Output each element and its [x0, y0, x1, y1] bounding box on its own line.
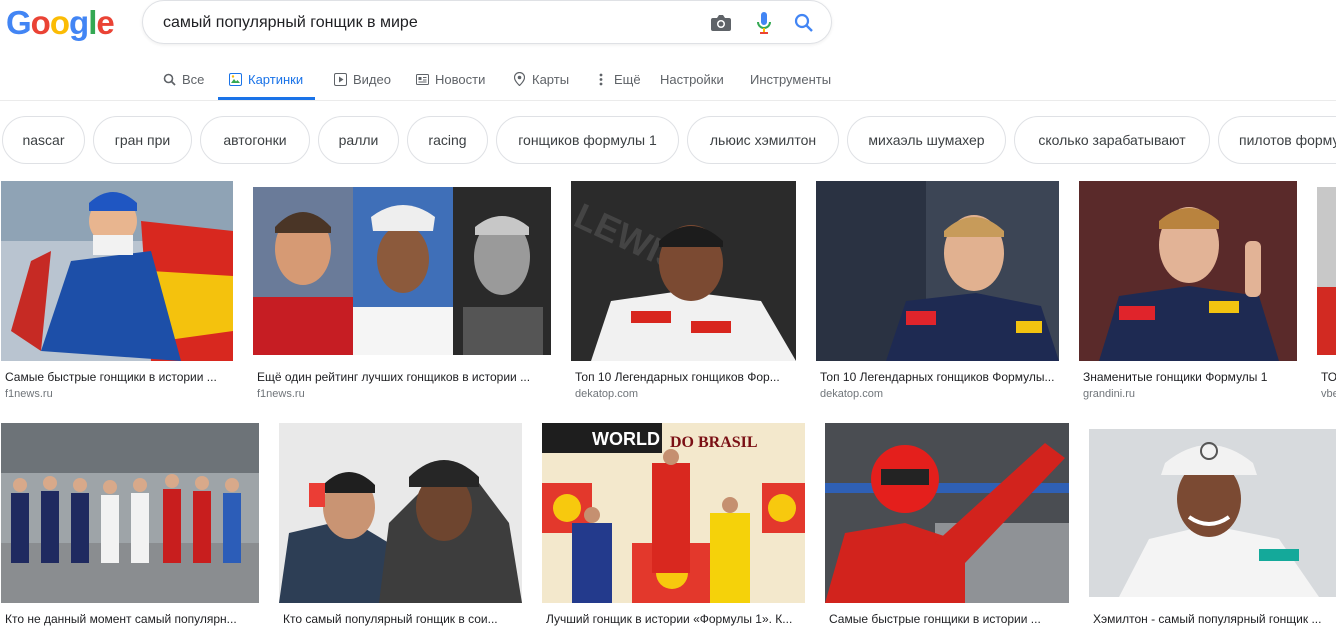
result-caption[interactable]: Лучший гонщик в истории «Формулы 1». К..…	[546, 612, 803, 626]
tab-more[interactable]: Ещё	[594, 58, 641, 100]
chip[interactable]: ралли	[318, 116, 399, 164]
result-caption[interactable]: Ещё один рейтинг лучших гонщиков в истор…	[257, 370, 549, 384]
tab-label: Новости	[435, 71, 486, 87]
tab-settings[interactable]: Настройки	[660, 58, 724, 100]
tab-video[interactable]: Видео	[333, 58, 391, 100]
result-source: dekatop.com	[820, 388, 883, 400]
result-source: grandini.ru	[1083, 388, 1135, 400]
result-thumbnail[interactable]	[1089, 429, 1336, 597]
search-tabs: Все Картинки Видео Новости Карты Ещё Нас…	[0, 58, 1336, 101]
tab-label: Ещё	[614, 71, 641, 87]
tab-maps[interactable]: Карты	[512, 58, 569, 100]
tab-news[interactable]: Новости	[415, 58, 485, 100]
result-thumbnail[interactable]	[279, 423, 522, 603]
microphone-icon[interactable]	[752, 11, 776, 35]
chip[interactable]: пилотов формулы	[1218, 116, 1336, 164]
tab-label: Видео	[353, 71, 391, 87]
image-result[interactable]: Знаменитые гонщики Формулы 1 grandini.ru	[1079, 181, 1297, 403]
map-pin-icon	[512, 72, 526, 86]
chip[interactable]: сколько зарабатывают	[1014, 116, 1210, 164]
result-source: f1news.ru	[5, 388, 53, 400]
result-thumbnail[interactable]: LEWIS	[571, 181, 796, 361]
search-icon[interactable]	[792, 11, 816, 35]
logo-letter: g	[69, 4, 89, 41]
chip[interactable]: льюис хэмилтон	[687, 116, 839, 164]
logo-letter: o	[49, 4, 70, 41]
chip[interactable]: racing	[407, 116, 488, 164]
svg-text:DO BRASIL: DO BRASIL	[670, 434, 758, 451]
tab-all[interactable]: Все	[162, 58, 204, 100]
result-source: vbe	[1321, 388, 1336, 400]
result-source: f1news.ru	[257, 388, 305, 400]
image-result[interactable]: Топ 10 Легендарных гонщиков Формулы... d…	[816, 181, 1059, 403]
image-result[interactable]: Хэмилтон - самый популярный гонщик ...	[1089, 423, 1336, 626]
google-logo[interactable]: Google	[6, 4, 115, 42]
result-caption[interactable]: ТОП	[1321, 370, 1336, 384]
chip[interactable]: гонщиков формулы 1	[496, 116, 679, 164]
result-caption[interactable]: Самые быстрые гонщики в истории ...	[5, 370, 231, 384]
tab-label: Инструменты	[750, 71, 832, 87]
chip[interactable]: гран при	[93, 116, 192, 164]
tab-images[interactable]: Картинки	[218, 58, 316, 100]
camera-icon[interactable]	[709, 11, 733, 35]
search-box	[142, 0, 832, 44]
logo-letter: l	[88, 4, 97, 41]
play-icon	[333, 72, 347, 86]
more-vert-icon	[594, 72, 608, 86]
result-thumbnail[interactable]	[1317, 187, 1336, 355]
result-thumbnail[interactable]	[825, 423, 1069, 603]
tab-label: Карты	[532, 71, 570, 87]
result-thumbnail[interactable]	[253, 187, 551, 355]
chip[interactable]: михаэль шумахер	[847, 116, 1006, 164]
image-result[interactable]: ТОП vbe	[1317, 181, 1336, 403]
chip[interactable]: автогонки	[200, 116, 310, 164]
search-icon	[162, 72, 176, 86]
image-result[interactable]: Самые быстрые гонщики в истории ...	[825, 423, 1069, 626]
news-icon	[415, 72, 429, 86]
chip[interactable]: nascar	[2, 116, 85, 164]
logo-letter: o	[30, 4, 51, 41]
tab-label: Настройки	[660, 71, 724, 87]
logo-letter: G	[6, 4, 32, 41]
result-thumbnail[interactable]	[816, 181, 1059, 361]
search-input[interactable]	[161, 11, 685, 35]
result-caption[interactable]: Кто не данный момент самый популярн...	[5, 612, 257, 626]
result-source: dekatop.com	[575, 388, 638, 400]
image-result[interactable]: WORLD DO BRASIL Лучший гонщик в истории «…	[542, 423, 805, 626]
image-icon	[228, 72, 242, 86]
result-caption[interactable]: Хэмилтон - самый популярный гонщик ...	[1093, 612, 1334, 626]
result-thumbnail[interactable]	[1, 181, 233, 361]
result-caption[interactable]: Знаменитые гонщики Формулы 1	[1083, 370, 1295, 384]
tab-label: Все	[182, 71, 205, 87]
image-result[interactable]: LEWIS Топ 10 Легендарных гонщиков Фор...…	[571, 181, 796, 403]
tab-tools[interactable]: Инструменты	[750, 58, 831, 100]
image-result[interactable]: Кто самый популярный гонщик в сои...	[279, 423, 522, 626]
result-caption[interactable]: Топ 10 Легендарных гонщиков Формулы...	[820, 370, 1057, 384]
result-caption[interactable]: Самые быстрые гонщики в истории ...	[829, 612, 1067, 626]
result-thumbnail[interactable]: WORLD DO BRASIL	[542, 423, 805, 603]
image-result[interactable]: Кто не данный момент самый популярн...	[1, 423, 259, 626]
image-result[interactable]: Самые быстрые гонщики в истории ... f1ne…	[1, 181, 233, 403]
svg-text:WORLD: WORLD	[592, 429, 660, 449]
result-thumbnail[interactable]	[1079, 181, 1297, 361]
logo-letter: e	[96, 4, 114, 41]
tab-label: Картинки	[248, 71, 304, 87]
related-searches: nascar гран при автогонки ралли racing г…	[0, 116, 1336, 164]
result-thumbnail[interactable]	[1, 423, 259, 603]
image-result[interactable]: Ещё один рейтинг лучших гонщиков в истор…	[253, 181, 551, 403]
result-caption[interactable]: Кто самый популярный гонщик в сои...	[283, 612, 520, 626]
result-caption[interactable]: Топ 10 Легендарных гонщиков Фор...	[575, 370, 794, 384]
